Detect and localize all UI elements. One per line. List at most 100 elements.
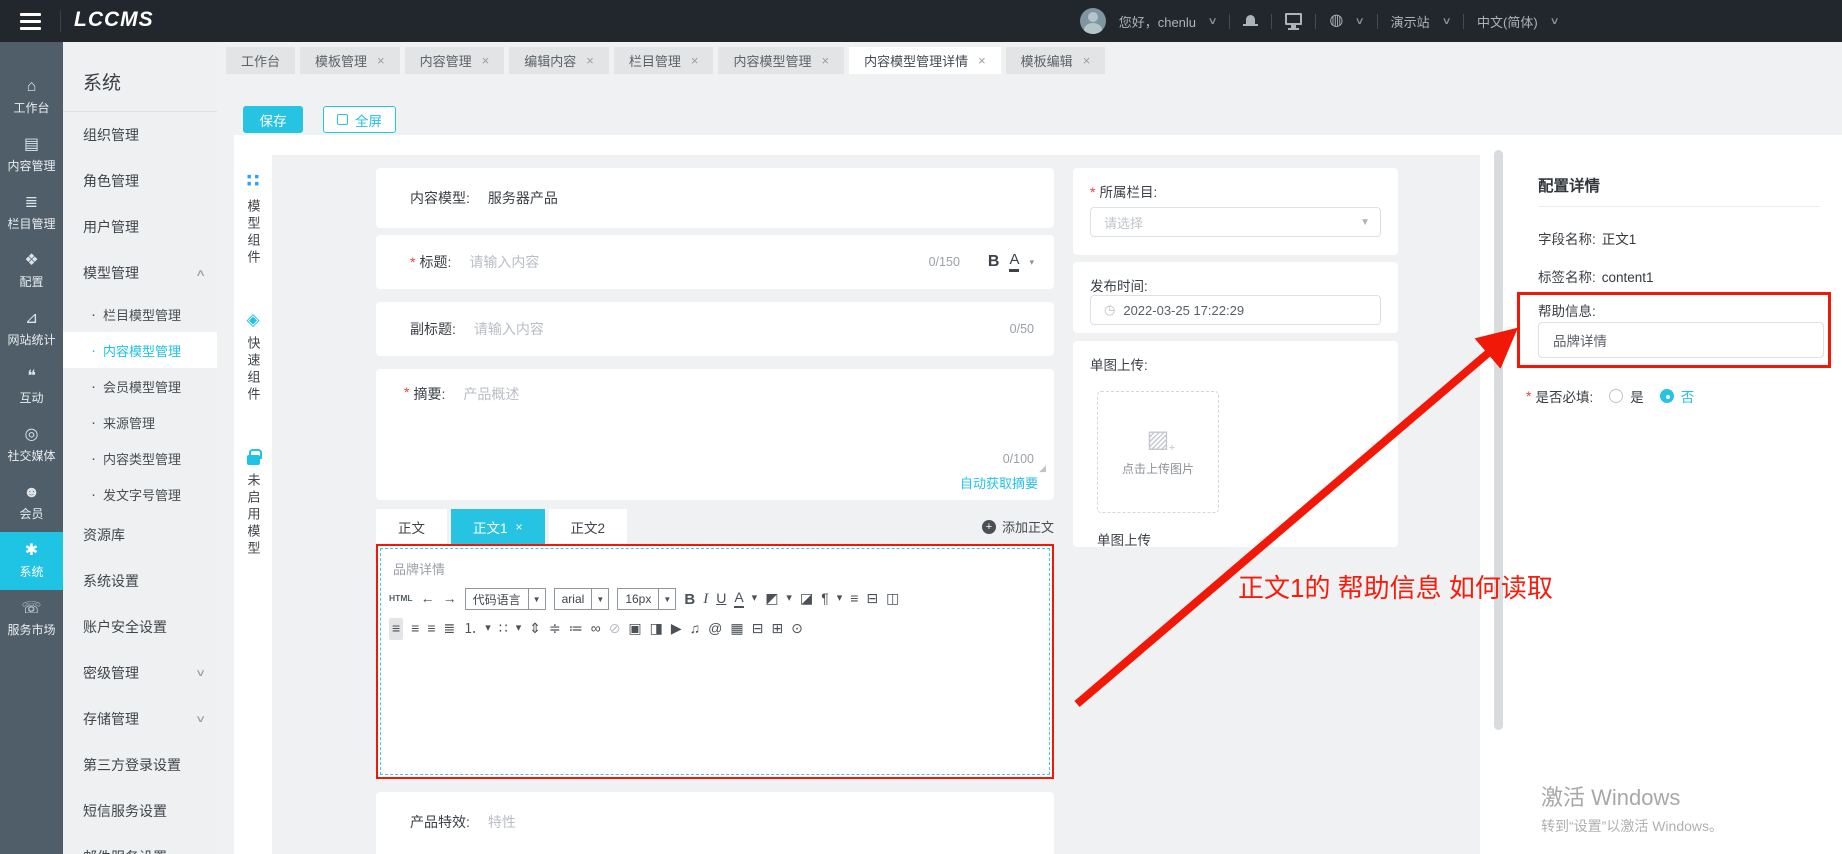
link-button[interactable]: ∞ [591, 619, 601, 639]
tab-workbench[interactable]: 工作台 [226, 47, 296, 74]
line-height-button[interactable]: ⇕ [529, 619, 541, 639]
sidebar-item-marketplace[interactable]: ☏ 服务市场 [0, 590, 63, 648]
menu-item-content-type[interactable]: · 内容类型管理 [63, 440, 217, 476]
page-break-button[interactable]: ⊟ [752, 619, 764, 639]
sidebar-item-system[interactable]: ✱ 系统 [0, 532, 63, 590]
close-tab-icon[interactable]: × [586, 53, 594, 68]
attachment-button[interactable]: @ [708, 619, 722, 639]
dropdown-arrow-icon[interactable]: ▾ [485, 621, 491, 636]
close-tab-icon[interactable]: × [821, 53, 829, 68]
align-left-button[interactable]: ≡ [389, 618, 404, 640]
menu-item-storage[interactable]: 存储管理 ∨ [63, 696, 217, 742]
editor-placeholder[interactable]: 品牌详情 [381, 549, 1049, 584]
strip-item-disabled-models[interactable]: 未启用模型 [244, 448, 263, 558]
tab-content-model-mgmt[interactable]: 内容模型管理 × [718, 47, 845, 74]
menu-toggle-icon[interactable] [20, 13, 41, 30]
align-justify-button[interactable]: ≣ [444, 619, 456, 639]
background-color-button[interactable]: ◩ [765, 589, 778, 609]
paragraph-format-button[interactable]: ¶ [821, 589, 829, 609]
close-tab-icon[interactable]: × [482, 53, 490, 68]
redo-button[interactable]: → [443, 589, 457, 609]
content-tab-main[interactable]: 正文 [376, 509, 447, 544]
tab-content-mgmt[interactable]: 内容管理 × [404, 47, 505, 74]
save-button[interactable]: 保存 [243, 106, 303, 133]
font-color-button[interactable]: A [734, 589, 744, 608]
image-upload-button[interactable]: ◨ [650, 619, 663, 639]
search-button[interactable]: ⊙ [791, 619, 803, 639]
unlink-button[interactable]: ⊘ [609, 619, 621, 639]
tab-template-edit[interactable]: 模板编辑 × [1005, 47, 1106, 74]
resize-handle-icon[interactable]: ◢ [1039, 463, 1046, 474]
italic-button[interactable]: I [703, 589, 708, 610]
summary-input[interactable]: 产品概述 [463, 384, 519, 404]
menu-item-doc-number[interactable]: · 发文字号管理 [63, 476, 217, 512]
html-source-button[interactable]: HTML [389, 593, 413, 605]
required-no-radio[interactable] [1659, 389, 1674, 403]
paragraph-spacing-button[interactable]: ≑ [549, 619, 561, 639]
menu-item-account-security[interactable]: 账户安全设置 [63, 604, 217, 650]
image-button[interactable]: ▣ [628, 619, 641, 639]
menu-item-sys-settings[interactable]: 系统设置 [63, 558, 217, 604]
dropdown-arrow-icon[interactable]: ▾ [837, 591, 843, 606]
subtitle-input[interactable]: 请输入内容 [474, 319, 544, 339]
site-selector[interactable]: 演示站 [1391, 12, 1430, 31]
menu-item-column-model[interactable]: · 栏目模型管理 [63, 296, 217, 332]
sidebar-item-members[interactable]: ☻ 会员 [0, 474, 63, 532]
required-no-label[interactable]: 否 [1681, 386, 1695, 406]
title-input[interactable]: 请输入内容 [469, 252, 539, 272]
help-info-input[interactable] [1538, 322, 1824, 358]
tab-edit-content[interactable]: 编辑内容 × [509, 47, 609, 74]
close-tab-icon[interactable]: × [377, 53, 385, 68]
sidebar-item-interaction[interactable]: ❝ 互动 [0, 358, 63, 416]
monitor-icon[interactable] [1285, 12, 1303, 30]
rich-text-editor[interactable]: 品牌详情 HTML ← → 代码语言 ▼ arial ▼ 16px ▼ B I U A… [376, 544, 1054, 779]
vertical-scrollbar[interactable] [1494, 150, 1503, 730]
menu-item-sms[interactable]: 短信服务设置 [63, 788, 217, 834]
publish-time-input[interactable]: ◷ 2022-03-25 17:22:29 [1090, 295, 1381, 325]
menu-item-content-model[interactable]: · 内容模型管理 [63, 332, 217, 368]
paste-button[interactable]: ⊟ [866, 589, 878, 609]
add-content-button[interactable]: + 添加正文 [981, 517, 1054, 544]
menu-item-source[interactable]: · 来源管理 [63, 404, 217, 440]
undo-button[interactable]: ← [421, 589, 435, 609]
video-button[interactable]: ▶ [671, 619, 682, 639]
feature-input[interactable]: 特性 [488, 812, 516, 832]
content-tab-2[interactable]: 正文2 [548, 509, 628, 544]
sidebar-item-stats[interactable]: ⊿ 网站统计 [0, 300, 63, 358]
required-yes-radio[interactable] [1609, 389, 1624, 403]
menu-item-email[interactable]: 邮件服务设置 [63, 834, 217, 854]
map-button[interactable]: ▦ [730, 619, 743, 639]
sidebar-item-config[interactable]: ❖ 配置 [0, 242, 63, 300]
category-select[interactable]: 请选择 ▼ [1090, 207, 1381, 237]
avatar[interactable] [1079, 8, 1106, 34]
content-tab-1[interactable]: 正文1 × [451, 509, 545, 544]
underline-button[interactable]: U [716, 589, 726, 609]
tab-column-mgmt[interactable]: 栏目管理 × [613, 47, 714, 74]
theme-palette-icon[interactable]: ◍ [1329, 13, 1343, 29]
bold-button[interactable]: B [684, 589, 695, 610]
indent-button[interactable]: ≡ [850, 589, 858, 609]
font-size-select[interactable]: 16px ▼ [617, 588, 677, 610]
strip-item-model-components[interactable]: ∷ 模型组件 [244, 172, 263, 267]
strip-item-quick-components[interactable]: ◈ 快速组件 [244, 311, 263, 404]
align-center-button[interactable]: ≡ [411, 619, 419, 639]
sidebar-item-content[interactable]: ▤ 内容管理 [0, 126, 63, 184]
menu-item-user[interactable]: 用户管理 [63, 204, 217, 250]
close-tab-icon[interactable]: × [516, 520, 523, 534]
table-button[interactable]: ⊞ [771, 619, 783, 639]
music-button[interactable]: ♫ [690, 619, 701, 639]
close-tab-icon[interactable]: × [1083, 53, 1091, 68]
close-tab-icon[interactable]: × [978, 53, 986, 68]
ordered-list-button[interactable]: ⒈ [463, 619, 477, 639]
required-yes-label[interactable]: 是 [1630, 386, 1644, 406]
sidebar-item-social[interactable]: ◎ 社交媒体 [0, 416, 63, 474]
auto-summary-link[interactable]: 自动获取摘要 [960, 473, 1038, 492]
font-family-select[interactable]: arial ▼ [553, 588, 610, 610]
dropdown-arrow-icon[interactable]: ▾ [1029, 257, 1034, 268]
dropdown-arrow-icon[interactable]: ▾ [786, 591, 792, 606]
notification-bell-icon[interactable] [1243, 14, 1259, 29]
dropdown-arrow-icon[interactable]: ▾ [516, 621, 522, 636]
user-greeting[interactable]: 您好，chenlu [1119, 12, 1196, 31]
language-selector[interactable]: 中文(简体) [1477, 12, 1538, 31]
menu-item-model[interactable]: 模型管理 ∧ [63, 250, 217, 296]
